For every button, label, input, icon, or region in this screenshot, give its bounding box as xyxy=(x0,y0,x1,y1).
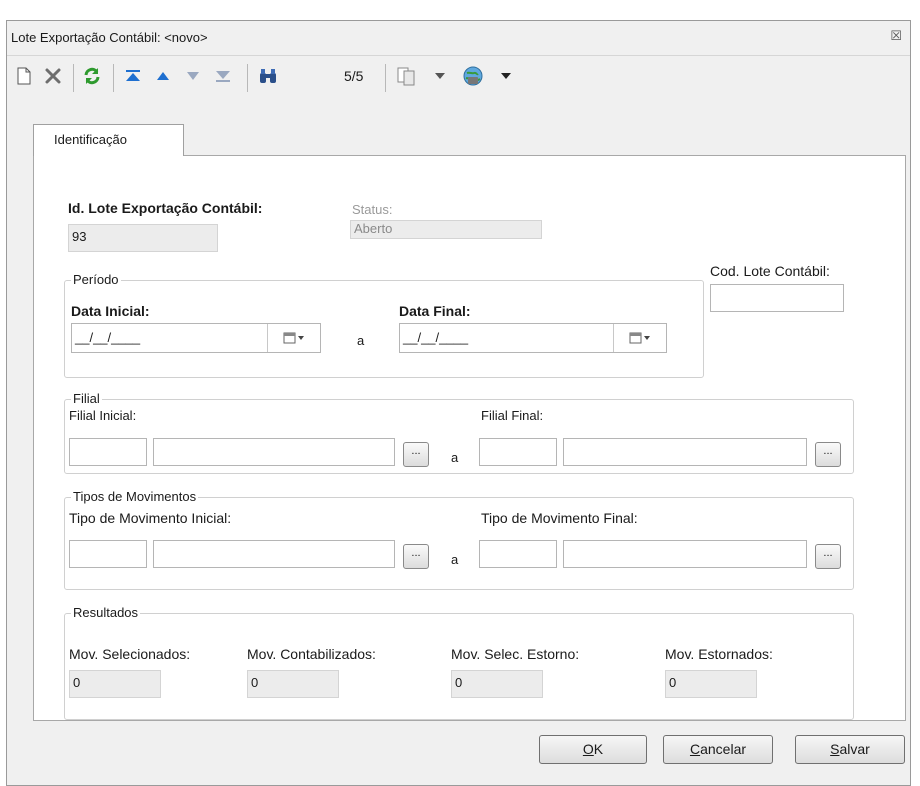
tipos-movimentos-group: Tipos de Movimentos Tipo de Movimento In… xyxy=(64,489,854,590)
mov-selecionados-label: Mov. Selecionados: xyxy=(69,646,191,662)
resultados-group: Resultados Mov. Selecionados: 0 Mov. Con… xyxy=(64,605,854,720)
calendar-icon[interactable] xyxy=(267,324,320,352)
ok-label: K xyxy=(593,741,604,757)
periodo-group: Período Data Inicial: __/__/____ a Data … xyxy=(64,272,704,378)
tipo-final-lookup-button[interactable]: ... xyxy=(815,544,841,569)
filial-a-label: a xyxy=(451,450,459,465)
previous-record-icon[interactable] xyxy=(151,64,175,88)
filial-inicial-code-input[interactable] xyxy=(69,438,147,466)
tipo-final-name-input[interactable] xyxy=(563,540,807,568)
id-lote-label: Id. Lote Exportação Contábil: xyxy=(68,200,263,216)
mov-estornados-field: 0 xyxy=(665,670,757,698)
data-final-input[interactable]: __/__/____ xyxy=(399,323,667,353)
tipo-inicial-name-input[interactable] xyxy=(153,540,395,568)
filial-final-lookup-button[interactable]: ... xyxy=(815,442,841,467)
filial-final-code-input[interactable] xyxy=(479,438,557,466)
tipos-a-label: a xyxy=(451,552,459,567)
tipo-final-code-input[interactable] xyxy=(479,540,557,568)
data-inicial-value: __/__/____ xyxy=(75,330,141,345)
mov-contabilizados-label: Mov. Contabilizados: xyxy=(247,646,376,662)
id-lote-field: 93 xyxy=(68,224,218,252)
data-final-label: Data Final: xyxy=(399,303,471,319)
calendar-icon[interactable] xyxy=(613,324,666,352)
record-counter: 5/5 xyxy=(344,68,364,84)
delete-icon[interactable] xyxy=(41,64,65,88)
tab-label: Identificação xyxy=(54,132,127,147)
toolbar-separator xyxy=(73,64,74,92)
tipo-inicial-code-input[interactable] xyxy=(69,540,147,568)
data-inicial-input[interactable]: __/__/____ xyxy=(71,323,321,353)
cod-lote-input[interactable] xyxy=(710,284,844,312)
periodo-a-label: a xyxy=(357,333,365,348)
dialog-window: Lote Exportação Contábil: <novo> ☒ 5/5 I… xyxy=(6,20,911,786)
mov-selec-estorno-field: 0 xyxy=(451,670,543,698)
copy-icon[interactable] xyxy=(393,64,421,88)
cancel-label: ancelar xyxy=(700,741,747,757)
status-label: Status: xyxy=(352,202,393,217)
mov-estornados-label: Mov. Estornados: xyxy=(665,646,773,662)
mov-selecionados-field: 0 xyxy=(69,670,161,698)
ok-mnemonic: O xyxy=(582,741,594,757)
filial-title: Filial xyxy=(71,391,102,406)
toolbar-separator xyxy=(113,64,114,92)
tipo-inicial-lookup-button[interactable]: ... xyxy=(403,544,429,569)
filial-final-label: Filial Final: xyxy=(481,408,544,423)
tipo-inicial-label: Tipo de Movimento Inicial: xyxy=(69,510,232,526)
save-label: alvar xyxy=(839,741,870,757)
periodo-title: Período xyxy=(71,272,121,287)
identificacao-panel: Id. Lote Exportação Contábil: 93 Status:… xyxy=(33,155,906,721)
next-record-icon[interactable] xyxy=(181,64,205,88)
title-bar: Lote Exportação Contábil: <novo> ☒ xyxy=(7,21,910,53)
toolbar-separator xyxy=(247,64,248,92)
data-final-value: __/__/____ xyxy=(403,330,469,345)
mov-selec-estorno-label: Mov. Selec. Estorno: xyxy=(451,646,580,662)
data-inicial-label: Data Inicial: xyxy=(71,303,150,319)
filial-inicial-name-input[interactable] xyxy=(153,438,395,466)
cod-lote-label: Cod. Lote Contábil: xyxy=(710,263,830,279)
window-title: Lote Exportação Contábil: <novo> xyxy=(11,30,208,45)
toolbar: 5/5 xyxy=(7,55,910,98)
refresh-icon[interactable] xyxy=(79,64,105,88)
tipos-movimentos-title: Tipos de Movimentos xyxy=(71,489,199,504)
cancel-button[interactable]: Cancelar xyxy=(663,735,773,764)
globe-icon[interactable] xyxy=(459,64,487,88)
mov-contabilizados-field: 0 xyxy=(247,670,339,698)
filial-group: Filial Filial Inicial: ... a Filial Fina… xyxy=(64,391,854,474)
search-icon[interactable] xyxy=(255,64,281,88)
toolbar-separator xyxy=(385,64,386,92)
ok-button[interactable]: OK xyxy=(539,735,647,764)
save-button[interactable]: Salvar xyxy=(795,735,905,764)
status-field: Aberto xyxy=(350,220,542,239)
dropdown-arrow-icon[interactable] xyxy=(431,64,449,88)
close-icon[interactable]: ☒ xyxy=(890,28,902,44)
first-record-icon[interactable] xyxy=(121,64,145,88)
cancel-mnemonic: C xyxy=(689,741,701,757)
filial-inicial-label: Filial Inicial: xyxy=(69,408,137,423)
filial-final-name-input[interactable] xyxy=(563,438,807,466)
tipo-final-label: Tipo de Movimento Final: xyxy=(481,510,638,526)
tab-identificacao[interactable]: Identificação xyxy=(33,124,184,156)
last-record-icon[interactable] xyxy=(211,64,235,88)
resultados-title: Resultados xyxy=(71,605,141,620)
dropdown-arrow-icon[interactable] xyxy=(497,64,515,88)
new-document-icon[interactable] xyxy=(13,64,35,88)
filial-inicial-lookup-button[interactable]: ... xyxy=(403,442,429,467)
